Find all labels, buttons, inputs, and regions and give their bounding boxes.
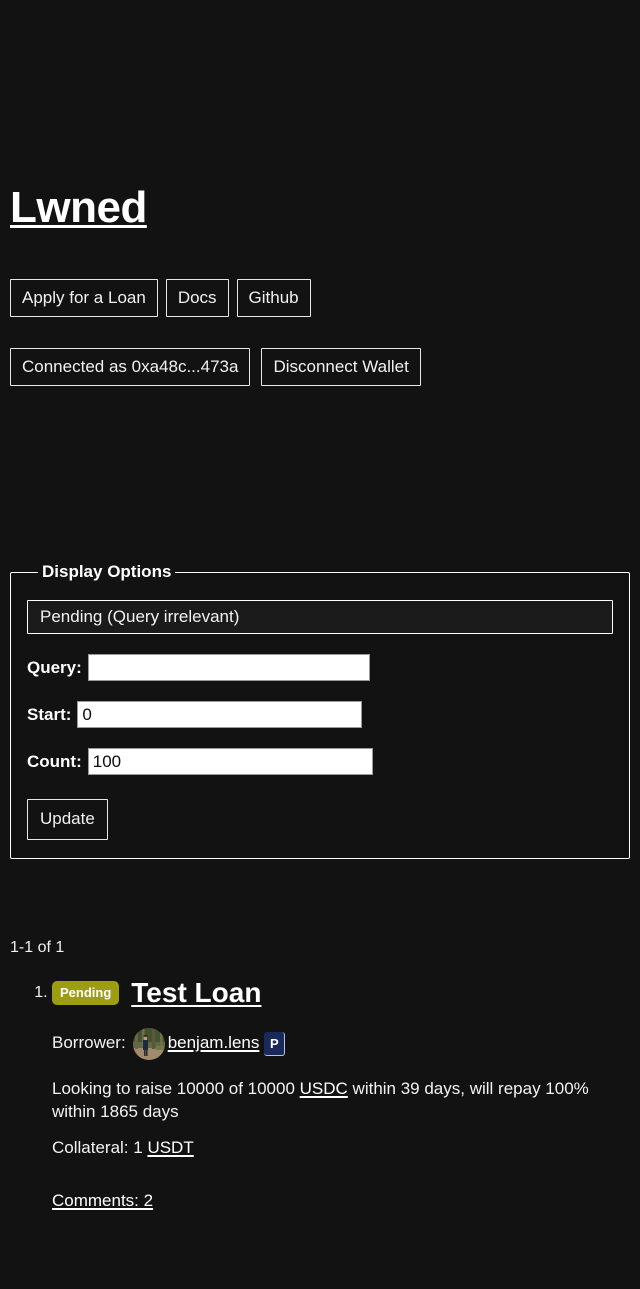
loan-comments: Comments: 2 xyxy=(52,1190,630,1213)
query-input[interactable] xyxy=(87,654,370,681)
loan-title: Test Loan xyxy=(131,977,261,1009)
update-button[interactable]: Update xyxy=(27,799,108,840)
start-label: Start: xyxy=(27,704,72,724)
borrower-label: Borrower: xyxy=(52,1033,126,1053)
apply-for-a-loan-button[interactable]: Apply for a Loan xyxy=(10,279,158,317)
docs-button[interactable]: Docs xyxy=(165,279,229,317)
connected-wallet-button[interactable]: Connected as 0xa48c...473a xyxy=(10,348,251,386)
count-input[interactable] xyxy=(87,748,373,775)
list-item: Pending Test Loan Borrower: xyxy=(52,977,630,1213)
status-badge: Pending xyxy=(52,981,120,1006)
primary-nav: Apply for a Loan Docs Github xyxy=(10,279,311,317)
query-field-row: Query: xyxy=(27,654,613,681)
loan-body: Borrower: benjam.lens P Looking to raise… xyxy=(52,1027,630,1213)
avatar xyxy=(132,1027,165,1060)
collateral-label: Collateral: 1 xyxy=(52,1137,148,1157)
display-options-legend: Display Options xyxy=(42,562,172,581)
borrower-handle-link[interactable]: benjam.lens xyxy=(168,1032,260,1055)
borrower-row: Borrower: benjam.lens P xyxy=(52,1027,630,1060)
wallet-bar: Connected as 0xa48c...473a Disconnect Wa… xyxy=(10,348,421,386)
comments-link[interactable]: Comments: 2 xyxy=(52,1191,153,1210)
start-input[interactable] xyxy=(77,701,363,728)
count-field-row: Count: xyxy=(27,748,613,775)
protocol-badge: P xyxy=(264,1031,286,1056)
loan-collateral: Collateral: 1 USDT xyxy=(52,1137,630,1160)
status-filter-select[interactable]: Pending (Query irrelevant) xyxy=(27,600,613,634)
site-title-link[interactable]: Lwned xyxy=(10,183,147,232)
loan-header: Pending Test Loan xyxy=(52,977,630,1009)
usdc-token-link[interactable]: USDC xyxy=(300,1079,348,1098)
result-count: 1-1 of 1 xyxy=(10,939,65,956)
start-field-row: Start: xyxy=(27,701,613,728)
loan-list: Pending Test Loan Borrower: xyxy=(10,977,630,1213)
query-label: Query: xyxy=(27,657,82,677)
disconnect-wallet-button[interactable]: Disconnect Wallet xyxy=(261,348,421,386)
display-options-fieldset: Display Options Pending (Query irrelevan… xyxy=(10,562,630,859)
usdt-token-link[interactable]: USDT xyxy=(147,1138,193,1157)
github-button[interactable]: Github xyxy=(236,279,311,317)
page-title: Lwned xyxy=(10,183,147,232)
loan-description-before: Looking to raise 10000 of 10000 xyxy=(52,1078,300,1098)
count-label: Count: xyxy=(27,751,82,771)
update-button-row: Update xyxy=(27,799,613,840)
loan-description: Looking to raise 10000 of 10000 USDC wit… xyxy=(52,1078,630,1124)
loan-title-link[interactable]: Test Loan xyxy=(131,977,261,1008)
